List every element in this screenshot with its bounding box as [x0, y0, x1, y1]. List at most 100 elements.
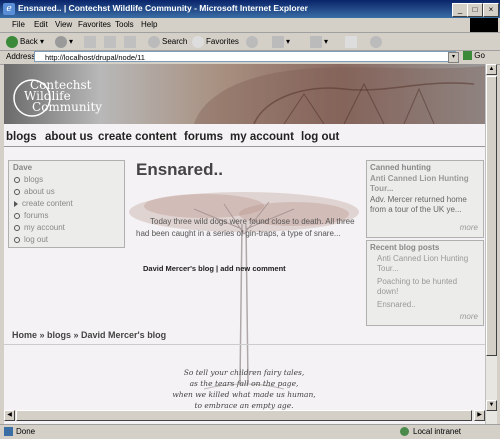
- recent-blog-posts-block: Recent blog posts Anti Canned Lion Hunti…: [366, 240, 484, 326]
- address-bar: Address http://localhost/drupal/node/11 …: [0, 50, 500, 65]
- user-menu-item-forums[interactable]: forums: [14, 210, 73, 222]
- menu-bar: File Edit View Favorites Tools Help: [0, 18, 500, 33]
- mail-icon: [272, 35, 284, 48]
- windows-logo-icon: [470, 18, 498, 32]
- window-title: Ensnared.. | Contechst Wildlife Communit…: [18, 3, 308, 13]
- nav-about-us[interactable]: about us: [45, 131, 93, 143]
- scroll-down-button[interactable]: ▼: [486, 400, 497, 411]
- menu-edit[interactable]: Edit: [34, 20, 48, 29]
- history-button[interactable]: [246, 35, 260, 49]
- canned-item-title[interactable]: Anti Canned Lion Hunting Tour...: [370, 174, 480, 194]
- article-body: Today three wild dogs were found close t…: [136, 217, 355, 238]
- user-menu-item-log-out[interactable]: log out: [14, 234, 73, 246]
- footer-poem: So tell your children fairy tales, as th…: [124, 367, 364, 411]
- poem-line-1: So tell your children fairy tales,: [183, 368, 305, 377]
- nav-create-content[interactable]: create content: [98, 131, 177, 143]
- horizontal-scroll-thumb[interactable]: [16, 410, 472, 421]
- horizontal-scrollbar[interactable]: ◀ ▶: [4, 410, 485, 421]
- back-arrow-icon: [6, 35, 18, 48]
- mail-button[interactable]: ▾: [272, 35, 290, 49]
- maximize-button[interactable]: □: [467, 3, 483, 17]
- article: Ensnared.. Today three wild dogs were fo…: [136, 160, 361, 280]
- scroll-up-button[interactable]: ▲: [486, 64, 497, 75]
- edit-button[interactable]: [345, 35, 359, 49]
- nav-my-account[interactable]: my account: [230, 131, 294, 143]
- user-menu-item-blogs[interactable]: blogs: [14, 174, 73, 186]
- stop-icon: [84, 35, 96, 48]
- article-title[interactable]: Ensnared..: [136, 160, 223, 180]
- messenger-icon: [370, 35, 382, 48]
- forward-arrow-icon: [55, 35, 67, 48]
- bullet-icon: [14, 236, 20, 243]
- nav-blogs[interactable]: blogs: [6, 131, 37, 143]
- browser-viewport: Contechst Wildlife Community blogs about…: [4, 64, 485, 424]
- nav-log-out[interactable]: log out: [301, 131, 339, 143]
- history-icon: [246, 35, 258, 48]
- forward-button[interactable]: ▾: [55, 35, 73, 49]
- menu-help[interactable]: Help: [141, 20, 157, 29]
- page-icon: [4, 427, 13, 436]
- canned-item-text: Adv. Mercer returned home from a tour of…: [370, 195, 467, 214]
- back-button[interactable]: Back ▾: [6, 35, 44, 49]
- user-menu-block: Dave blogs about us create content forum…: [8, 160, 125, 248]
- intranet-icon: [400, 427, 409, 436]
- print-icon: [310, 35, 322, 48]
- zone-text: Local intranet: [413, 427, 462, 436]
- home-button[interactable]: [124, 35, 138, 49]
- bullet-icon: [14, 176, 20, 183]
- status-text: Done: [16, 427, 36, 436]
- search-icon: [148, 35, 160, 48]
- recent-post-2[interactable]: Poaching to be hunted down!: [377, 277, 477, 297]
- scroll-thumb[interactable]: [486, 76, 497, 356]
- recent-block-title: Recent blog posts: [370, 243, 440, 252]
- search-button[interactable]: Search: [148, 35, 187, 49]
- canned-more-link[interactable]: more: [460, 223, 478, 232]
- poem-line-3: when we killed what made us human,: [172, 390, 316, 399]
- site-header: Contechst Wildlife Community: [4, 64, 485, 124]
- scroll-right-button[interactable]: ▶: [474, 410, 485, 421]
- poem-line-2: as the tears fall on the page,: [189, 379, 299, 388]
- stop-button[interactable]: [84, 35, 98, 49]
- star-icon: [192, 35, 204, 48]
- user-block-title: Dave: [13, 163, 33, 172]
- content-divider: [4, 344, 485, 345]
- menu-tools[interactable]: Tools: [115, 20, 134, 29]
- close-button[interactable]: ×: [483, 3, 499, 17]
- logo-line-3: Community: [32, 100, 103, 114]
- status-bar: Done Local intranet: [0, 424, 500, 439]
- site-logo[interactable]: Contechst Wildlife Community: [12, 76, 122, 120]
- user-menu-item-about-us[interactable]: about us: [14, 186, 73, 198]
- menu-file[interactable]: File: [12, 20, 25, 29]
- breadcrumb[interactable]: Home » blogs » David Mercer's blog: [12, 330, 166, 340]
- address-input[interactable]: http://localhost/drupal/node/11: [34, 51, 456, 62]
- user-menu-item-my-account[interactable]: my account: [14, 222, 73, 234]
- bullet-icon: [14, 188, 20, 195]
- article-meta-links[interactable]: David Mercer's blog | add new comment: [143, 264, 286, 273]
- scroll-left-button[interactable]: ◀: [4, 410, 15, 421]
- refresh-icon: [104, 35, 116, 48]
- bullet-icon: [14, 224, 20, 231]
- print-button[interactable]: ▾: [310, 35, 328, 49]
- user-menu-item-create-content[interactable]: create content: [14, 198, 73, 210]
- canned-hunting-block: Canned hunting Anti Canned Lion Hunting …: [366, 160, 484, 238]
- minimize-button[interactable]: _: [452, 3, 468, 17]
- refresh-button[interactable]: [104, 35, 118, 49]
- recent-more-link[interactable]: more: [460, 312, 478, 321]
- menu-view[interactable]: View: [55, 20, 72, 29]
- edit-icon: [345, 35, 357, 48]
- address-dropdown-button[interactable]: ▾: [448, 52, 459, 63]
- go-arrow-icon: [463, 51, 472, 61]
- bullet-icon: [14, 212, 20, 219]
- vertical-scrollbar[interactable]: ▲ ▼: [485, 64, 497, 424]
- recent-post-1[interactable]: Anti Canned Lion Hunting Tour...: [377, 254, 477, 274]
- title-bar: e Ensnared.. | Contechst Wildlife Commun…: [0, 0, 500, 18]
- toolbar: Back ▾ ▾ Search Favorites ▾ ▾: [0, 33, 500, 51]
- ie-icon: e: [3, 3, 15, 15]
- nav-forums[interactable]: forums: [184, 131, 223, 143]
- recent-post-3[interactable]: Ensnared..: [377, 300, 477, 310]
- go-button[interactable]: Go: [463, 51, 485, 61]
- messenger-button[interactable]: [370, 35, 384, 49]
- favorites-button[interactable]: Favorites: [192, 35, 239, 49]
- menu-favorites[interactable]: Favorites: [78, 20, 111, 29]
- address-label: Address: [6, 52, 36, 61]
